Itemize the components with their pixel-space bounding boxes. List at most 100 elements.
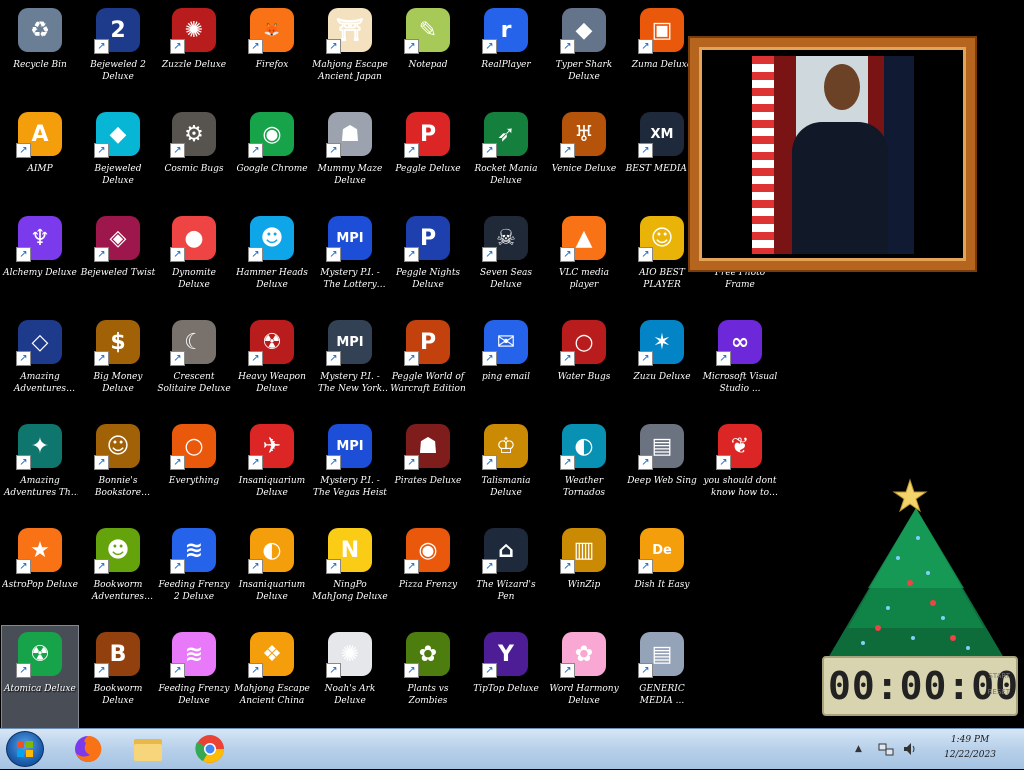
desktop-icon-astropop[interactable]: ★ ↗ AstroPop Deluxe [2, 522, 78, 626]
desktop-icon-bejeweled[interactable]: ◆ ↗ Bejeweled Deluxe [80, 106, 156, 210]
desktop-icon-label: Rocket Mania Deluxe [474, 164, 538, 186]
network-icon[interactable] [878, 729, 894, 769]
desktop-icon-peggle[interactable]: P ↗ Peggle Deluxe [390, 106, 466, 210]
desktop-icon-amazing-adventures-tomb[interactable]: ✦↗ Amazing Adventures The Lost Tomb [2, 418, 78, 522]
desktop-icon-seven-seas[interactable]: ☠ ↗ Seven Seas Deluxe [468, 210, 544, 314]
desktop-icon-feeding-frenzy[interactable]: ≋ ↗ Feeding Frenzy Deluxe [156, 626, 232, 730]
desktop-icon-label: Bookworm Adventures Deluxe [91, 580, 145, 602]
desktop-icon-red-dragon[interactable]: ❦↗ you should dont know how to use this a… [702, 418, 778, 522]
stopwatch-gadget[interactable]: 00:00:00 START RESET [822, 656, 1018, 716]
desktop-icon-dynomite[interactable]: ● ↗ Dynomite Deluxe [156, 210, 232, 314]
desktop-icon-mystery-pi-lottery[interactable]: MPI↗ Mystery P.I. - The Lottery Ticket [312, 210, 388, 314]
desktop-icon-insaniquarium[interactable]: ✈ ↗ Insaniquarium Deluxe [234, 418, 310, 522]
desktop-icon-winzip[interactable]: ▥ ↗ WinZip [546, 522, 622, 626]
desktop-icon-word-harmony[interactable]: ✿ ↗ Word Harmony Deluxe [546, 626, 622, 730]
photo-frame-gadget[interactable] [690, 38, 975, 270]
desktop-icon-bejeweled-twist[interactable]: ◈ ↗ Bejeweled Twist [80, 210, 156, 314]
desktop-icon-alchemy[interactable]: ♆ ↗ Alchemy Deluxe [2, 210, 78, 314]
desktop-icon-label: Mystery P.I. - The New York Fortune [317, 372, 383, 394]
desktop-icon-mystery-pi-newyork[interactable]: MPI↗ Mystery P.I. - The New York Fortune [312, 314, 388, 418]
desktop-icon-ningpo-mahjong[interactable]: N ↗ NingPo MahJong Deluxe [312, 522, 388, 626]
desktop-icon-water-bugs[interactable]: ○ ↗ Water Bugs [546, 314, 622, 418]
astropop-icon: ★ ↗ [16, 526, 64, 574]
shortcut-arrow-icon: ↗ [716, 351, 731, 366]
desktop-icon-label: Pizza Frenzy [398, 580, 458, 590]
desktop-icon-plants-zombies[interactable]: ✿ ↗ Plants vs Zombies [390, 626, 466, 730]
desktop-icon-mystery-pi-vegas[interactable]: MPI ↗ Mystery P.I. - The Vegas Heist [312, 418, 388, 522]
desktop-icon-venice[interactable]: ♅ ↗ Venice Deluxe [546, 106, 622, 210]
shortcut-arrow-icon: ↗ [482, 559, 497, 574]
desktop-icon-amazing-adventures-world[interactable]: ◇↗ Amazing Adventures Around The World [2, 314, 78, 418]
desktop-icon-peggle-nights[interactable]: P ↗ Peggle Nights Deluxe [390, 210, 466, 314]
shortcut-arrow-icon: ↗ [170, 455, 185, 470]
desktop-icon-label: Heavy Weapon Deluxe [238, 372, 306, 394]
desktop-icon-atomica[interactable]: ☢ ↗ Atomica Deluxe [1, 625, 79, 731]
chrome-icon: ◉ ↗ [248, 110, 296, 158]
desktop-icon-talismania[interactable]: ♔ ↗ Talismania Deluxe [468, 418, 544, 522]
desktop-icon-mummy-maze[interactable]: ☗ ↗ Mummy Maze Deluxe [312, 106, 388, 210]
desktop-icon-aimp[interactable]: A ↗ AIMP [2, 106, 78, 210]
desktop-icon-insaniquarium-2[interactable]: ◐ ↗ Insaniquarium Deluxe [234, 522, 310, 626]
desktop-icon-feeding-frenzy-2[interactable]: ≋ ↗ Feeding Frenzy 2 Deluxe [156, 522, 232, 626]
desktop-icon-big-money[interactable]: $ ↗ Big Money Deluxe [80, 314, 156, 418]
desktop-icon-tiptop[interactable]: Y ↗ TipTop Deluxe [468, 626, 544, 730]
start-link[interactable]: START [988, 672, 1010, 680]
desktop-icon-bookworm[interactable]: B ↗ Bookworm Deluxe [80, 626, 156, 730]
taskbar-firefox-button[interactable] [62, 731, 114, 767]
desktop-icon-bejeweled-2[interactable]: 2 ↗ Bejeweled 2 Deluxe [80, 2, 156, 106]
taskbar-explorer-button[interactable] [122, 731, 174, 767]
desktop-icon-typer-shark[interactable]: ◆ ↗ Typer Shark Deluxe [546, 2, 622, 106]
desktop-icon-zuzu[interactable]: ✶ ↗ Zuzu Deluxe [624, 314, 700, 418]
reset-link[interactable]: RESET [988, 688, 1010, 696]
desktop-icon-label: Insaniquarium Deluxe [238, 476, 306, 498]
desktop-icon-label: GENERIC MEDIA ... [639, 684, 685, 706]
shortcut-arrow-icon: ↗ [560, 455, 575, 470]
desktop-icon-bonnies-bookstore[interactable]: ☺↗ Bonnie's Bookstore Deluxe [80, 418, 156, 522]
desktop-icon-label: Mystery P.I. - The Lottery Ticket [320, 268, 380, 290]
desktop-icon-everything[interactable]: ○ ↗ Everything [156, 418, 232, 522]
desktop-icon-notepad[interactable]: ✎ ↗ Notepad [390, 2, 466, 106]
desktop-icon-vlc[interactable]: ▲ ↗ VLC media player [546, 210, 622, 314]
desktop-icon-aio-player[interactable]: ☺ ↗ AIO BEST PLAYER [624, 210, 700, 314]
desktop-icon-realplayer[interactable]: r ↗ RealPlayer [468, 2, 544, 106]
desktop-icon-generic-media[interactable]: ▤ ↗ GENERIC MEDIA ... [624, 626, 700, 730]
desktop-icon-heavy-weapon[interactable]: ☢ ↗ Heavy Weapon Deluxe [234, 314, 310, 418]
desktop-icon-zuma[interactable]: ▣ ↗ Zuma Deluxe [624, 2, 700, 106]
desktop-icon-weather[interactable]: ◐ ↗ Weather Tornados [546, 418, 622, 522]
desktop-icon-noahs-ark[interactable]: ✺ ↗ Noah's Ark Deluxe [312, 626, 388, 730]
desktop-icon-thunderbird[interactable]: ✉ ↗ ping email [468, 314, 544, 418]
desktop-icon-chrome[interactable]: ◉ ↗ Google Chrome [234, 106, 310, 210]
desktop-icon-xmplay[interactable]: XM ↗ BEST MEDIA ... [624, 106, 700, 210]
desktop-icon-label: NingPo MahJong Deluxe [312, 580, 388, 602]
taskbar-chrome-button[interactable] [184, 731, 236, 767]
desktop-icon-label: BEST MEDIA ... [625, 164, 699, 174]
shortcut-arrow-icon: ↗ [16, 455, 31, 470]
shortcut-arrow-icon: ↗ [94, 247, 109, 262]
desktop-icon-cosmic-bugs[interactable]: ⚙ ↗ Cosmic Bugs [156, 106, 232, 210]
desktop-icon-dish-it[interactable]: De ↗ Dish It Easy [624, 522, 700, 626]
volume-icon[interactable] [902, 729, 918, 769]
shortcut-arrow-icon: ↗ [94, 455, 109, 470]
typer-shark-icon: ◆ ↗ [560, 6, 608, 54]
desktop-icon-bookworm-adventures[interactable]: ☻↗ Bookworm Adventures Deluxe [80, 522, 156, 626]
desktop-icon-visual-studio[interactable]: ∞ ↗ Microsoft Visual Studio ... [702, 314, 778, 418]
shortcut-arrow-icon: ↗ [638, 559, 653, 574]
start-button[interactable] [6, 731, 44, 767]
desktop-icon-wizards-pen[interactable]: ⌂ ↗ The Wizard's Pen [468, 522, 544, 626]
desktop-icon-recycle-bin[interactable]: ♻ Recycle Bin [2, 2, 78, 106]
desktop-icon-peggle-wow[interactable]: P ↗ Peggle World of Warcraft Edition [390, 314, 466, 418]
desktop-icon-label: Mahjong Escape Ancient Japan [312, 60, 388, 82]
show-hidden-icons-button[interactable]: ▲ [855, 744, 862, 754]
desktop-icon-mahjong-escape[interactable]: ⛩ ↗ Mahjong Escape Ancient Japan [312, 2, 388, 106]
desktop-icon-deep-web[interactable]: ▤ ↗ Deep Web Sing [624, 418, 700, 522]
desktop-icon-crescent-solitaire[interactable]: ☾ ↗ Crescent Solitaire Deluxe [156, 314, 232, 418]
desktop-icon-pizza-frenzy[interactable]: ◉ ↗ Pizza Frenzy [390, 522, 466, 626]
desktop-icon-hammer-heads[interactable]: ☻ ↗ Hammer Heads Deluxe [234, 210, 310, 314]
shortcut-arrow-icon: ↗ [94, 663, 109, 678]
desktop-icon-zuzzle[interactable]: ✺ ↗ Zuzzle Deluxe [156, 2, 232, 106]
system-clock[interactable]: 1:49 PM 12/22/2023 [930, 733, 1010, 763]
desktop-icon-mahjong-china[interactable]: ❖ ↗ Mahjong Escape Ancient China [234, 626, 310, 730]
desktop-icon-pirates[interactable]: ☗ ↗ Pirates Deluxe [390, 418, 466, 522]
desktop-icon-rocket-mania[interactable]: ➶ ↗ Rocket Mania Deluxe [468, 106, 544, 210]
desktop-icon-firefox[interactable]: 🦊 ↗ Firefox [234, 2, 310, 106]
